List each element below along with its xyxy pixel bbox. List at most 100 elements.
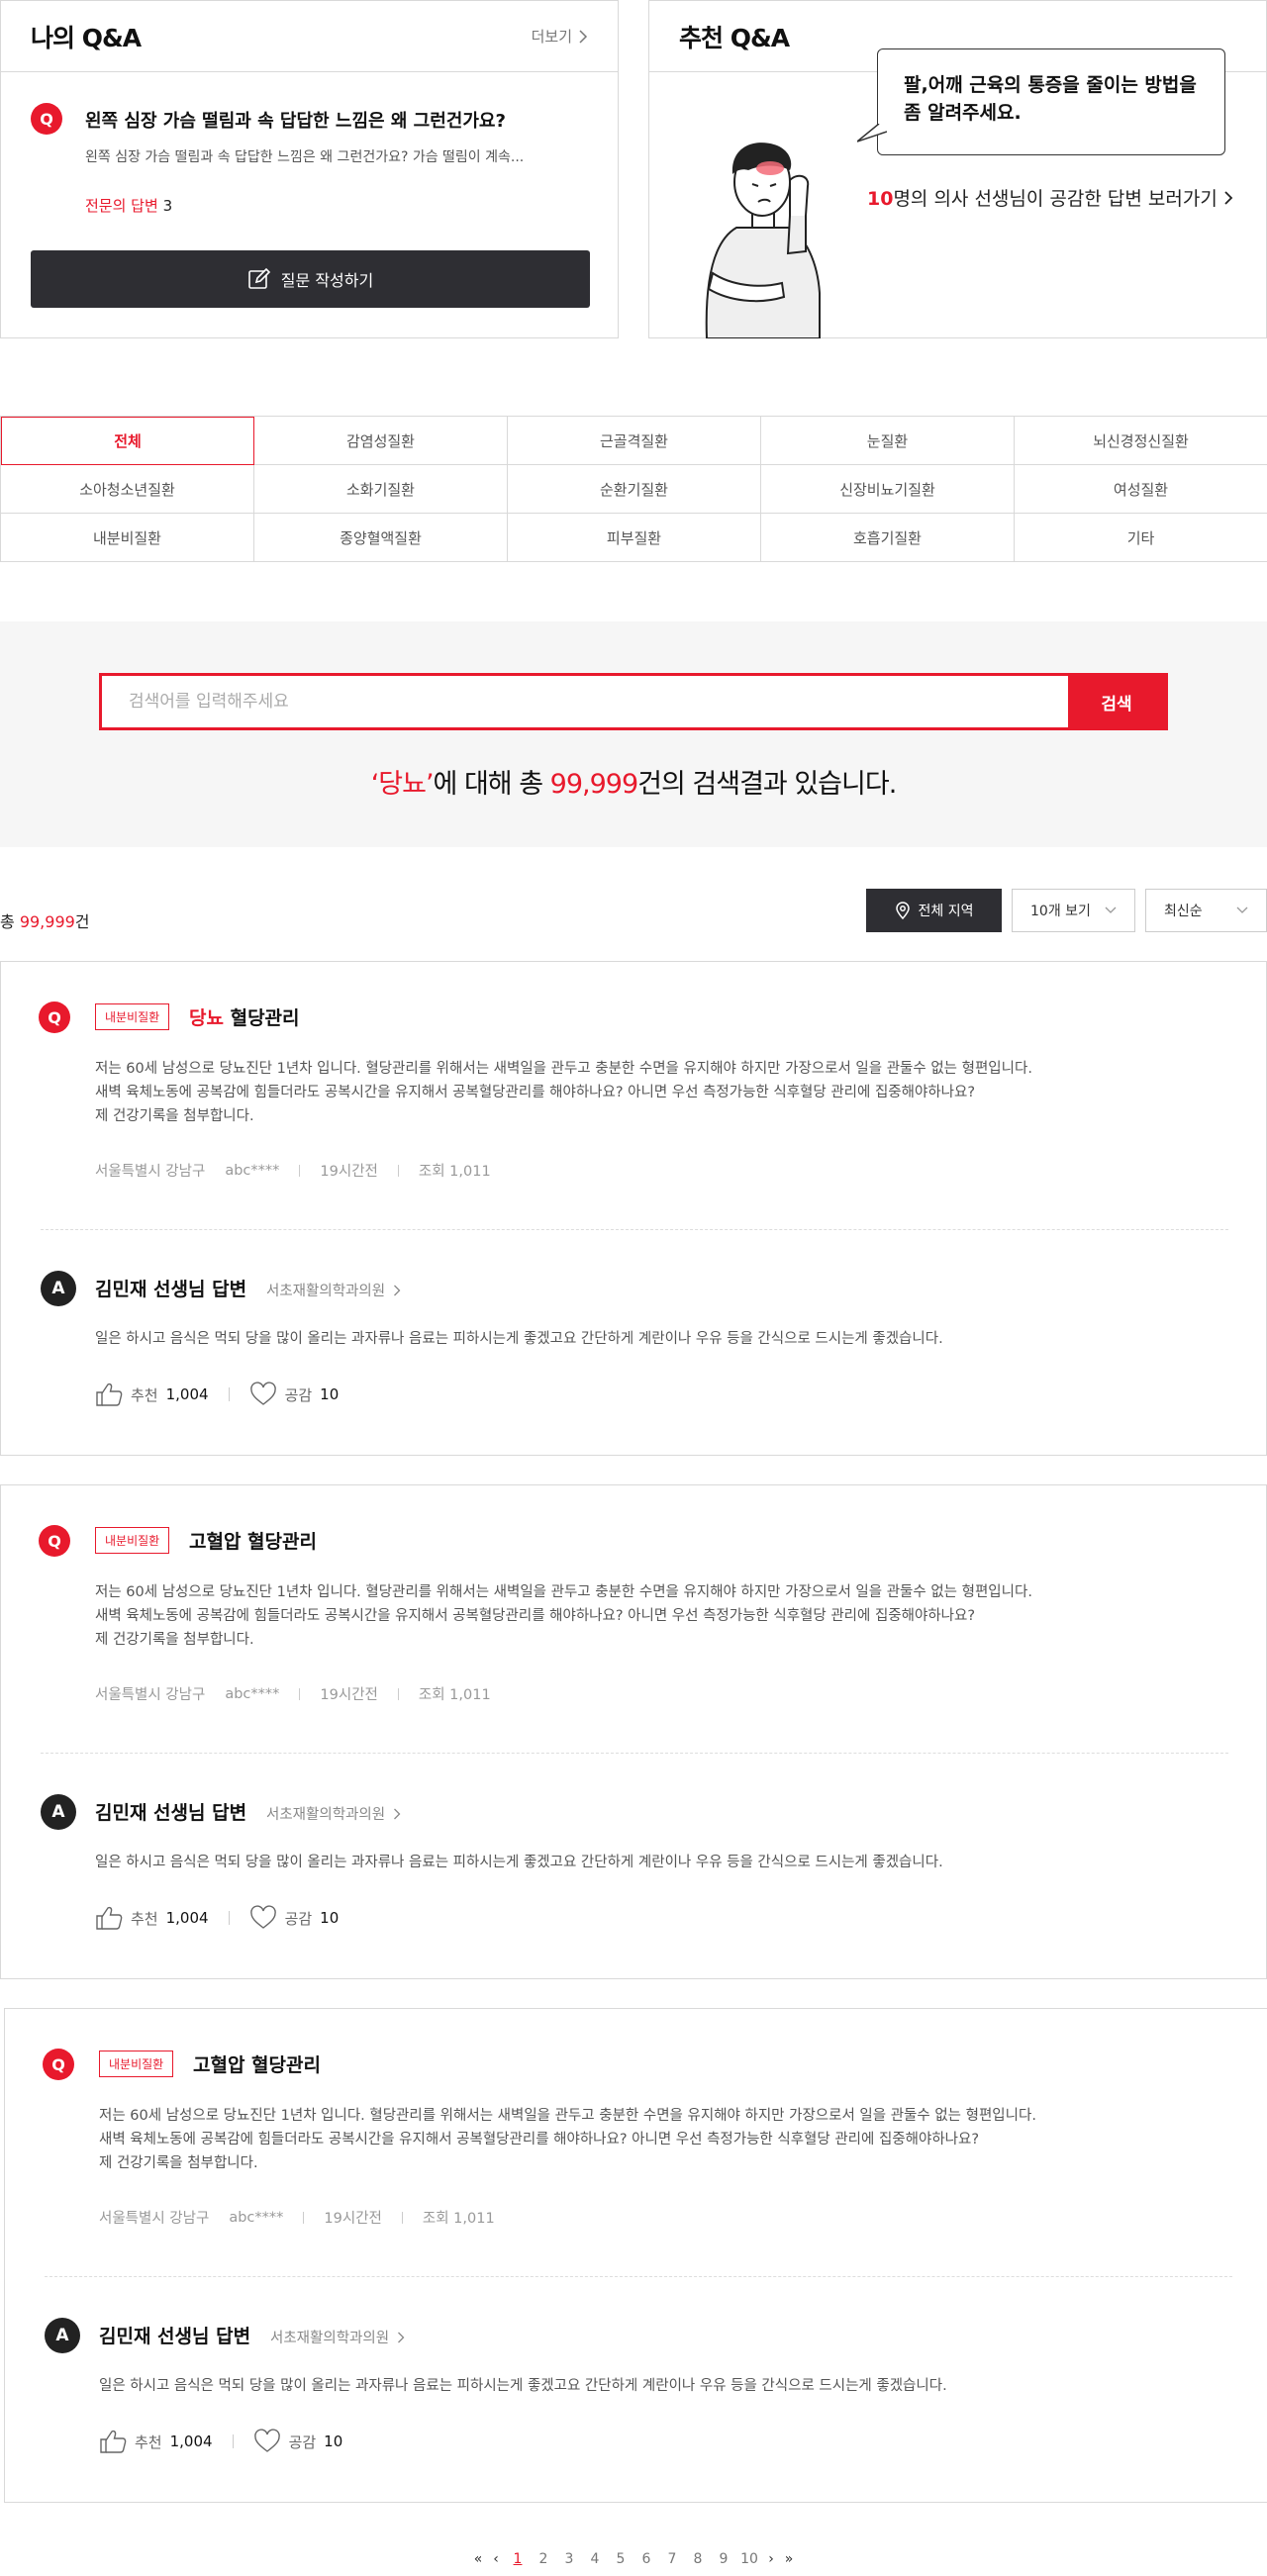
last-page-button[interactable]: » <box>780 2551 798 2567</box>
recommend-button[interactable]: 추천 1,004 <box>95 1905 209 1931</box>
total-suffix: 건 <box>74 912 90 931</box>
category-item[interactable]: 순환기질환 <box>508 465 761 514</box>
answer-title: 김민재 선생님 답변 <box>95 1279 247 1300</box>
search-button[interactable]: 검색 <box>1068 676 1165 727</box>
qa-card[interactable]: Q 내분비질환 당뇨 혈당관리 저는 60세 남성으로 당뇨진단 1년차 입니다… <box>0 961 1267 1456</box>
page-number[interactable]: 7 <box>659 2551 685 2567</box>
chevron-down-icon <box>1236 906 1248 913</box>
thumbs-up-icon <box>96 1906 123 1930</box>
empathy-button[interactable]: 공감 10 <box>249 1382 340 1407</box>
page-number[interactable]: 4 <box>582 2551 608 2567</box>
more-link[interactable]: 더보기 <box>532 26 588 47</box>
search-result-count: 99,999 <box>549 769 638 800</box>
my-question-title[interactable]: 왼쪽 심장 가슴 떨림과 속 답답한 느낌은 왜 그런건가요? <box>85 107 506 133</box>
clinic-link[interactable]: 서초재활의학과의원 <box>266 1280 401 1300</box>
category-tag[interactable]: 내분비질환 <box>95 1527 170 1554</box>
question-title-text: 고혈압 혈당관리 <box>193 2054 321 2076</box>
category-item[interactable]: 신장비뇨기질환 <box>761 465 1015 514</box>
action-divider <box>232 2434 234 2448</box>
category-item[interactable]: 감염성질환 <box>254 417 508 465</box>
search-result-suffix: 건의 검색결과 있습니다. <box>637 769 897 800</box>
page-number[interactable]: 2 <box>531 2551 556 2567</box>
page-number[interactable]: 5 <box>608 2551 634 2567</box>
answer-actions: 추천 1,004 공감 10 <box>95 1905 339 1931</box>
question-title-text: 고혈압 혈당관리 <box>189 1531 317 1553</box>
search-input[interactable] <box>102 676 1068 727</box>
page-number[interactable]: 8 <box>685 2551 711 2567</box>
prev-page-button[interactable]: ‹ <box>487 2551 505 2567</box>
question-badge: Q <box>43 2049 74 2080</box>
category-item[interactable]: 기타 <box>1015 514 1267 562</box>
recommend-button[interactable]: 추천 1,004 <box>95 1382 209 1407</box>
pagination: «‹ 1 2 3 4 5 6 7 8 9 10 ›» <box>0 2551 1267 2567</box>
card-divider <box>41 1229 1228 1230</box>
question-time: 19시간전 <box>324 2211 382 2227</box>
question-meta: 서울특별시 강남구 abc**** 19시간전 조회 1,011 <box>95 1160 491 1181</box>
first-page-button[interactable]: « <box>469 2551 487 2567</box>
qa-card[interactable]: Q 내분비질환 고혈압 혈당관리 저는 60세 남성으로 당뇨진단 1년차 입니… <box>4 2008 1267 2503</box>
per-page-select[interactable]: 10개 보기 <box>1012 889 1135 932</box>
sort-select[interactable]: 최신순 <box>1145 889 1267 932</box>
heart-icon <box>249 1382 276 1405</box>
category-grid: 전체 감염성질환 근골격질환 눈질환 뇌신경정신질환소아청소년질환 소화기질환 순환기질환 신… <box>0 416 1267 562</box>
question-title[interactable]: 고혈압 혈당관리 <box>193 2051 321 2077</box>
category-item[interactable]: 호흡기질환 <box>761 514 1015 562</box>
answer-body: 일은 하시고 음식은 먹되 당을 많이 올리는 과자류나 음료는 피하시는게 좋… <box>99 2378 947 2394</box>
page-number[interactable]: 3 <box>556 2551 582 2567</box>
question-body-line: 제 건강기록을 첨부합니다. <box>95 1108 254 1124</box>
category-item[interactable]: 소화기질환 <box>254 465 508 514</box>
expert-answer-number: 3 <box>162 197 173 215</box>
recommend-label: 추천 <box>131 1909 158 1928</box>
answer-actions: 추천 1,004 공감 10 <box>99 2429 342 2454</box>
clinic-link[interactable]: 서초재활의학과의원 <box>270 2327 405 2347</box>
chevron-right-icon <box>579 29 588 44</box>
list-header: 총 99,999건 전체 지역 10개 보기 최신순 <box>0 889 1267 932</box>
empathy-button[interactable]: 공감 10 <box>253 2429 342 2454</box>
my-question-desc: 왼쪽 심장 가슴 떨림과 속 답답한 느낌은 왜 그런건가요? 가슴 떨림이 계… <box>85 149 525 165</box>
chevron-right-icon <box>1224 190 1233 205</box>
region-filter-button[interactable]: 전체 지역 <box>866 889 1002 932</box>
per-page-value: 10개 보기 <box>1030 904 1091 919</box>
empathy-count: 10 <box>320 1385 340 1403</box>
more-label: 더보기 <box>531 28 572 46</box>
doctor-count: 10 <box>867 188 894 210</box>
category-item[interactable]: 피부질환 <box>508 514 761 562</box>
expert-answer-count: 전문의 답변 3 <box>85 195 172 216</box>
page-number[interactable]: 10 <box>736 2551 762 2567</box>
category-item[interactable]: 근골격질환 <box>508 417 761 465</box>
recommended-answer-link[interactable]: 10명의 의사 선생님이 공감한 답변 보러가기 <box>867 184 1233 211</box>
answer-badge: A <box>45 2318 80 2353</box>
meta-divider <box>401 2211 403 2224</box>
clinic-link[interactable]: 서초재활의학과의원 <box>266 1803 401 1824</box>
recommend-button[interactable]: 추천 1,004 <box>99 2429 213 2454</box>
category-item[interactable]: 내분비질환 <box>1 514 254 562</box>
recommended-link-label: 명의 의사 선생님이 공감한 답변 보러가기 <box>893 188 1218 210</box>
category-item[interactable]: 여성질환 <box>1015 465 1267 514</box>
my-qa-panel: 나의 Q&A 더보기 Q 왼쪽 심장 가슴 떨림과 속 답답한 느낌은 왜 그런… <box>0 0 619 338</box>
category-item[interactable]: 전체 <box>1 417 254 465</box>
category-item[interactable]: 소아청소년질환 <box>1 465 254 514</box>
category-item[interactable]: 눈질환 <box>761 417 1015 465</box>
empathy-button[interactable]: 공감 10 <box>249 1905 339 1931</box>
question-time: 19시간전 <box>320 1164 378 1180</box>
write-question-button[interactable]: 질문 작성하기 <box>31 250 590 308</box>
question-badge: Q <box>39 1525 70 1557</box>
next-page-button[interactable]: › <box>762 2551 780 2567</box>
meta-divider <box>299 1687 301 1700</box>
category-tag[interactable]: 내분비질환 <box>95 1003 170 1030</box>
search-result-keyword: ‘당뇨’ <box>370 769 435 800</box>
question-title[interactable]: 당뇨 혈당관리 <box>189 1003 300 1030</box>
total-number: 99,999 <box>19 912 75 931</box>
recommended-question-bubble[interactable]: 팔,어깨 근육의 통증을 줄이는 방법을 좀 알려주세요. <box>877 48 1225 155</box>
page-number[interactable]: 1 <box>505 2551 531 2567</box>
qa-card[interactable]: Q 내분비질환 고혈압 혈당관리 저는 60세 남성으로 당뇨진단 1년차 입니… <box>0 1484 1267 1979</box>
category-item[interactable]: 뇌신경정신질환 <box>1015 417 1267 465</box>
expert-answer-label: 전문의 답변 <box>85 197 158 215</box>
category-tag[interactable]: 내분비질환 <box>99 2051 174 2077</box>
question-title[interactable]: 고혈압 혈당관리 <box>189 1527 317 1554</box>
question-meta: 서울특별시 강남구 abc**** 19시간전 조회 1,011 <box>99 2207 495 2228</box>
page-number[interactable]: 9 <box>711 2551 736 2567</box>
total-prefix: 총 <box>0 912 20 931</box>
page-number[interactable]: 6 <box>634 2551 659 2567</box>
category-item[interactable]: 종양혈액질환 <box>254 514 508 562</box>
